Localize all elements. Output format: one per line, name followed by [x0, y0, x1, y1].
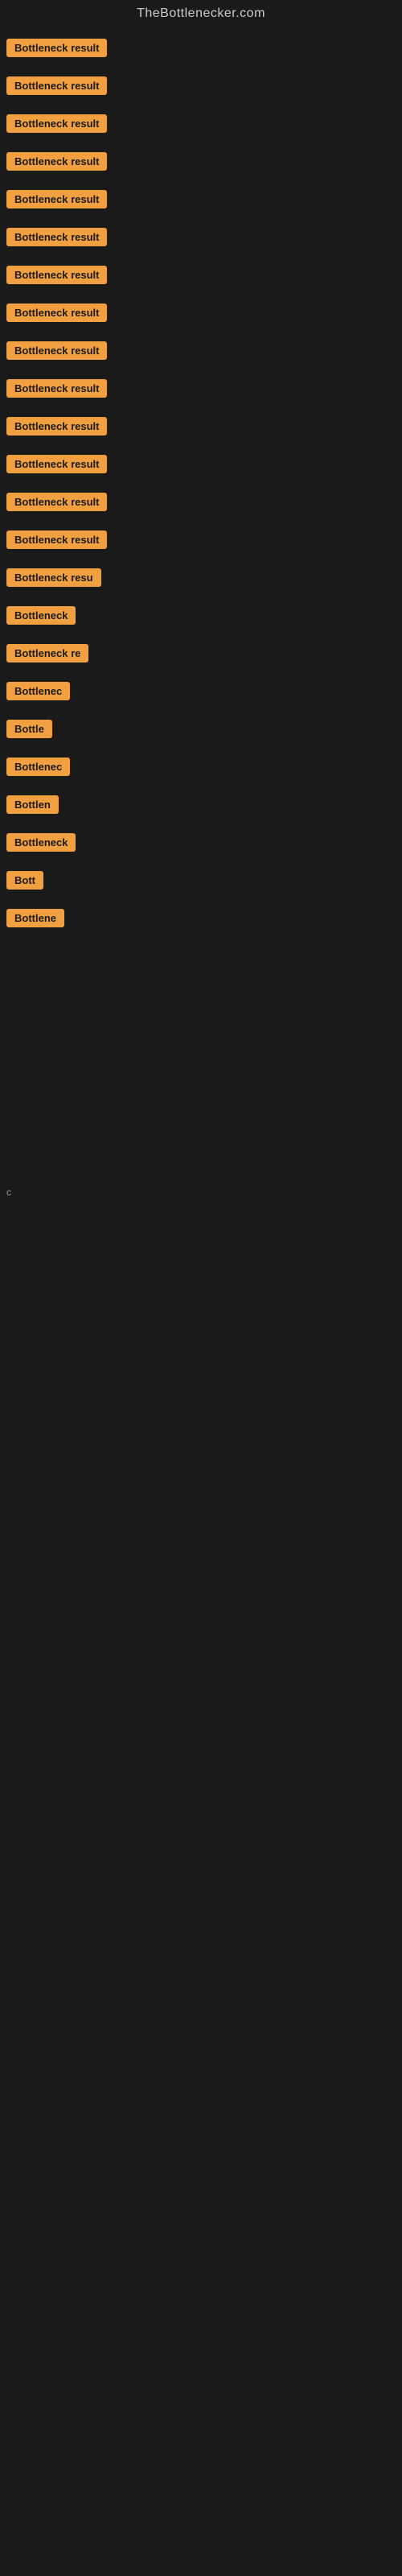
- list-item: Bottlenec: [0, 749, 402, 787]
- list-item: Bottlenec: [0, 674, 402, 712]
- list-item: Bottleneck result: [0, 333, 402, 371]
- list-item: Bottlene: [0, 901, 402, 939]
- bottleneck-badge[interactable]: Bottleneck result: [6, 152, 107, 171]
- list-item: Bottlen: [0, 787, 402, 825]
- bottleneck-badge[interactable]: Bottleneck resu: [6, 568, 101, 587]
- bottleneck-badge[interactable]: Bottlene: [6, 909, 64, 927]
- bottleneck-badge[interactable]: Bottleneck result: [6, 417, 107, 436]
- list-item: Bottleneck result: [0, 106, 402, 144]
- list-item: Bottleneck result: [0, 295, 402, 333]
- bottleneck-badge[interactable]: Bottlenec: [6, 682, 70, 700]
- list-item: Bottleneck result: [0, 485, 402, 522]
- list-item: Bottleneck: [0, 598, 402, 636]
- list-item: Bottleneck result: [0, 371, 402, 409]
- bottleneck-badge[interactable]: Bottleneck: [6, 606, 76, 625]
- bottleneck-badge[interactable]: Bottleneck result: [6, 266, 107, 284]
- site-title: TheBottlenecker.com: [0, 0, 402, 31]
- bottleneck-badge[interactable]: Bottleneck result: [6, 76, 107, 95]
- bottleneck-badge[interactable]: Bottleneck: [6, 833, 76, 852]
- bottleneck-badge[interactable]: Bottleneck result: [6, 228, 107, 246]
- list-item: Bottle: [0, 712, 402, 749]
- list-item: Bottleneck: [0, 825, 402, 863]
- list-item: Bottleneck result: [0, 258, 402, 295]
- list-item: Bott: [0, 863, 402, 901]
- bottleneck-badge[interactable]: Bottle: [6, 720, 52, 738]
- list-item: Bottleneck result: [0, 31, 402, 68]
- list-item: Bottleneck result: [0, 68, 402, 106]
- bottleneck-badge[interactable]: Bottleneck result: [6, 379, 107, 398]
- bottleneck-badge[interactable]: Bott: [6, 871, 43, 890]
- bottleneck-badge[interactable]: Bottleneck result: [6, 190, 107, 208]
- list-item: Bottleneck result: [0, 182, 402, 220]
- bottleneck-badge[interactable]: Bottleneck result: [6, 530, 107, 549]
- list-item: Bottleneck result: [0, 447, 402, 485]
- list-item: Bottleneck result: [0, 409, 402, 447]
- bottleneck-badge[interactable]: Bottlen: [6, 795, 59, 814]
- list-item: Bottleneck result: [0, 144, 402, 182]
- bottom-char: c: [0, 1180, 402, 1204]
- list-item: Bottleneck resu: [0, 560, 402, 598]
- list-item: Bottleneck result: [0, 522, 402, 560]
- list-item: Bottleneck re: [0, 636, 402, 674]
- bottleneck-badge[interactable]: Bottleneck result: [6, 341, 107, 360]
- bottleneck-badge[interactable]: Bottleneck result: [6, 114, 107, 133]
- bottleneck-badge[interactable]: Bottleneck re: [6, 644, 88, 663]
- list-item: Bottleneck result: [0, 220, 402, 258]
- bottleneck-badge[interactable]: Bottleneck result: [6, 493, 107, 511]
- bottleneck-badge[interactable]: Bottlenec: [6, 758, 70, 776]
- bottleneck-badge[interactable]: Bottleneck result: [6, 303, 107, 322]
- bottleneck-badge[interactable]: Bottleneck result: [6, 39, 107, 57]
- bottleneck-badge[interactable]: Bottleneck result: [6, 455, 107, 473]
